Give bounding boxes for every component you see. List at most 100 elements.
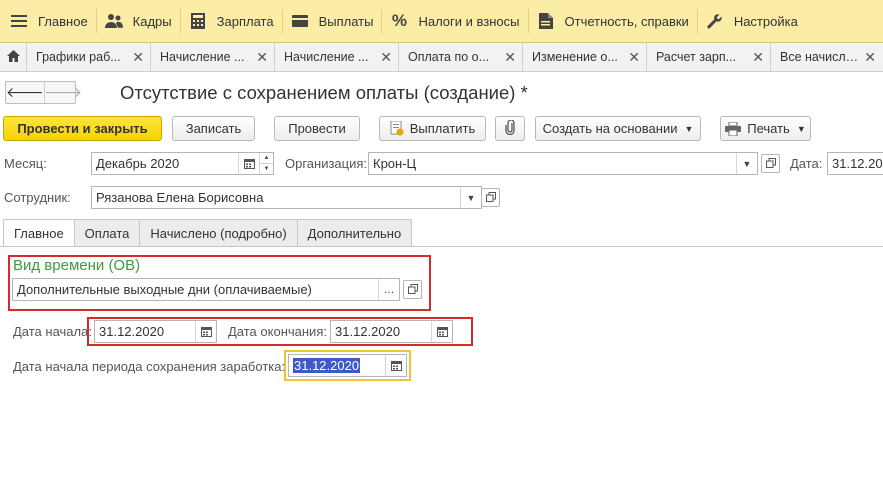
calendar-icon[interactable] — [195, 321, 216, 342]
pay-document-icon — [390, 121, 404, 136]
open-window-icon — [407, 283, 418, 297]
post-button[interactable]: Провести — [274, 116, 360, 141]
create-based-on-button[interactable]: Создать на основании ▼ — [535, 116, 701, 141]
month-field[interactable]: Декабрь 2020 ▲ ▼ — [91, 152, 274, 175]
page-title: Отсутствие с сохранением оплаты (создани… — [120, 82, 528, 103]
open-tab-label: Начисление ... — [284, 50, 369, 64]
employee-label: Сотрудник: — [4, 190, 71, 205]
back-arrow-icon[interactable]: 🡐 — [6, 82, 45, 103]
report-icon — [537, 12, 555, 30]
open-tab[interactable]: Начисление ... ✕ — [275, 43, 399, 71]
paperclip-icon — [504, 118, 516, 138]
open-tab-label: Расчет зарп... — [656, 50, 737, 64]
wallet-icon — [291, 12, 309, 30]
chevron-up-icon[interactable]: ▲ — [260, 153, 273, 164]
open-tab[interactable]: Изменение о... ✕ — [523, 43, 647, 71]
open-tab[interactable]: Все начисле... ✕ — [771, 43, 882, 71]
employee-field[interactable]: Рязанова Елена Борисовна ▼ — [91, 186, 482, 209]
attachments-button[interactable] — [495, 116, 525, 141]
date-field[interactable]: 31.12.2020 — [827, 152, 883, 175]
time-type-field[interactable]: Дополнительные выходные дни (оплачиваемы… — [12, 278, 400, 301]
menu-item-main[interactable]: Главное — [0, 0, 96, 43]
earnings-period-start-field[interactable]: 31.12.2020 — [288, 354, 407, 377]
organization-field[interactable]: Крон-Ц ▼ — [368, 152, 758, 175]
start-date-value[interactable]: 31.12.2020 — [95, 321, 195, 342]
open-tab-label: Графики раб... — [36, 50, 121, 64]
end-date-value[interactable]: 31.12.2020 — [331, 321, 431, 342]
open-tab[interactable]: Расчет зарп... ✕ — [647, 43, 771, 71]
open-window-icon — [765, 157, 776, 171]
start-date-field[interactable]: 31.12.2020 — [94, 320, 217, 343]
open-tab[interactable]: Оплата по о... ✕ — [399, 43, 523, 71]
close-icon[interactable]: ✕ — [752, 49, 764, 66]
create-based-on-label: Создать на основании — [542, 121, 678, 136]
tab-main[interactable]: Главное — [3, 219, 75, 247]
close-icon[interactable]: ✕ — [864, 49, 876, 66]
home-tab[interactable] — [0, 43, 27, 71]
calendar-icon[interactable] — [238, 153, 259, 174]
tab-payment[interactable]: Оплата — [73, 219, 141, 246]
open-tab-label: Начисление ... — [160, 50, 245, 64]
history-nav: 🡐 🡒 — [5, 81, 82, 104]
open-tab[interactable]: Графики раб... ✕ — [27, 43, 151, 71]
close-icon[interactable]: ✕ — [628, 49, 640, 66]
month-stepper[interactable]: ▲ ▼ — [259, 153, 273, 174]
organization-value[interactable]: Крон-Ц — [369, 153, 736, 174]
close-icon[interactable]: ✕ — [504, 49, 516, 66]
calculator-icon — [189, 12, 207, 30]
pay-button-label: Выплатить — [409, 121, 476, 136]
open-tab-label: Изменение о... — [532, 50, 618, 64]
open-employee-button[interactable] — [481, 188, 500, 207]
dropdown-arrow-icon[interactable]: ▼ — [460, 187, 481, 208]
time-type-heading: Вид времени (ОВ) — [13, 257, 141, 274]
menu-item-reports[interactable]: Отчетность, справки — [529, 0, 697, 43]
close-icon[interactable]: ✕ — [380, 49, 392, 66]
save-button[interactable]: Записать — [172, 116, 255, 141]
home-icon — [6, 49, 20, 65]
month-value[interactable]: Декабрь 2020 — [92, 153, 238, 174]
chevron-down-icon[interactable]: ▼ — [260, 164, 273, 174]
date-value[interactable]: 31.12.2020 — [828, 153, 883, 174]
form-tabs: Главное Оплата Начислено (подробно) Допо… — [3, 219, 413, 247]
employee-value[interactable]: Рязанова Елена Борисовна — [92, 187, 460, 208]
menu-item-salary[interactable]: Зарплата — [181, 0, 282, 43]
menu-item-payments[interactable]: Выплаты — [283, 0, 382, 43]
ellipsis-icon[interactable]: … — [378, 279, 399, 300]
earnings-period-start-value: 31.12.2020 — [293, 358, 361, 373]
open-time-type-button[interactable] — [403, 280, 422, 299]
menu-item-label: Настройка — [733, 13, 798, 29]
menu-item-taxes[interactable]: % Налоги и взносы — [382, 0, 527, 43]
close-icon[interactable]: ✕ — [132, 49, 144, 66]
menu-item-settings[interactable]: Настройка — [698, 0, 806, 43]
organization-label: Организация: — [285, 156, 368, 171]
open-tab[interactable]: Начисление ... ✕ — [151, 43, 275, 71]
earnings-period-start-label: Дата начала периода сохранения заработка… — [13, 359, 286, 374]
open-organization-button[interactable] — [761, 154, 780, 173]
end-date-field[interactable]: 31.12.2020 — [330, 320, 453, 343]
tab-accrued-detailed[interactable]: Начислено (подробно) — [139, 219, 298, 246]
earnings-period-start-input[interactable]: 31.12.2020 — [289, 355, 385, 376]
open-tab-label: Оплата по о... — [408, 50, 490, 64]
forward-arrow-icon[interactable]: 🡒 — [45, 82, 83, 103]
menu-item-label: Главное — [38, 13, 88, 29]
tabs-divider — [0, 246, 883, 247]
menu-lines-icon — [10, 12, 28, 30]
chevron-down-icon: ▼ — [796, 123, 806, 134]
open-tab-label: Все начисле... — [780, 50, 861, 64]
menu-item-label: Отчетность, справки — [564, 13, 689, 29]
end-date-label: Дата окончания: — [228, 324, 327, 339]
calendar-icon[interactable] — [431, 321, 452, 342]
time-type-value[interactable]: Дополнительные выходные дни (оплачиваемы… — [13, 279, 378, 300]
printer-icon — [725, 121, 742, 136]
wrench-icon — [706, 12, 724, 30]
post-and-close-button[interactable]: Провести и закрыть — [3, 116, 162, 141]
dropdown-arrow-icon[interactable]: ▼ — [736, 153, 757, 174]
calendar-icon[interactable] — [385, 355, 406, 376]
pay-button[interactable]: Выплатить — [379, 116, 486, 141]
chevron-down-icon: ▼ — [684, 123, 694, 134]
close-icon[interactable]: ✕ — [256, 49, 268, 66]
print-button-label: Печать — [747, 121, 790, 136]
menu-item-staff[interactable]: Кадры — [97, 0, 180, 43]
tab-additional[interactable]: Дополнительно — [296, 219, 413, 246]
print-button[interactable]: Печать ▼ — [720, 116, 811, 141]
